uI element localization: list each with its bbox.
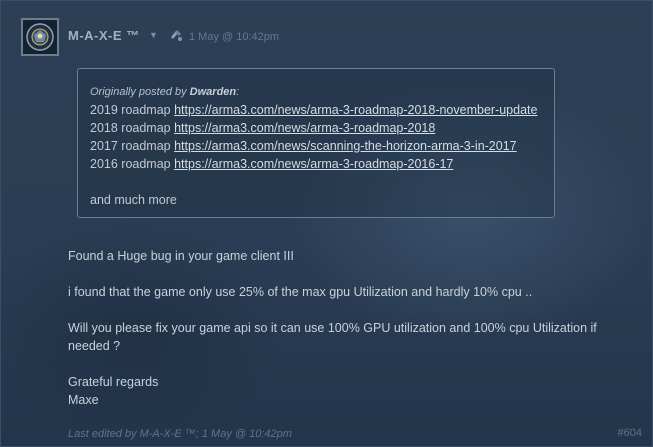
post-paragraph: Found a Huge bug in your game client III: [68, 249, 294, 263]
quote-attribution: Originally posted by Dwarden:: [90, 86, 240, 98]
quote-block: Originally posted by Dwarden: 2019 roadm…: [77, 68, 555, 218]
roadmap-link-2018[interactable]: https://arma3.com/news/arma-3-roadmap-20…: [174, 121, 435, 135]
avatar[interactable]: [21, 18, 59, 56]
roadmap-link-2019[interactable]: https://arma3.com/news/arma-3-roadmap-20…: [174, 103, 537, 117]
forum-post: M-A-X-E ™ ▼ 1 May @ 10:42pm Originally p…: [0, 0, 653, 447]
signoff-greeting: Grateful regards: [68, 375, 159, 389]
chevron-down-icon[interactable]: ▼: [149, 30, 158, 40]
post-paragraph: Will you please fix your game api so it …: [68, 321, 597, 353]
quoted-author: Dwarden: [189, 86, 237, 98]
post-signoff: Grateful regards Maxe: [68, 373, 638, 409]
post-number[interactable]: #604: [618, 427, 642, 439]
award-icon[interactable]: [169, 28, 183, 42]
quote-line: 2018 roadmap https://arma3.com/news/arma…: [90, 121, 436, 135]
author-name[interactable]: M-A-X-E ™: [68, 28, 140, 43]
roadmap-link-2017[interactable]: https://arma3.com/news/scanning-the-hori…: [174, 139, 517, 153]
quote-more-text: and much more: [90, 193, 177, 207]
signoff-name: Maxe: [68, 393, 99, 407]
post-timestamp: 1 May @ 10:42pm: [189, 31, 280, 43]
emblem-icon: [26, 23, 54, 51]
post-body: Found a Huge bug in your game client III…: [68, 247, 638, 409]
post-paragraph: i found that the game only use 25% of th…: [68, 285, 533, 299]
roadmap-link-2016[interactable]: https://arma3.com/news/arma-3-roadmap-20…: [174, 157, 453, 171]
last-edited-note: Last edited by M-A-X-E ™; 1 May @ 10:42p…: [68, 428, 292, 440]
quote-line: 2016 roadmap https://arma3.com/news/arma…: [90, 157, 454, 171]
quote-line: 2019 roadmap https://arma3.com/news/arma…: [90, 103, 538, 117]
quote-line: 2017 roadmap https://arma3.com/news/scan…: [90, 139, 517, 153]
